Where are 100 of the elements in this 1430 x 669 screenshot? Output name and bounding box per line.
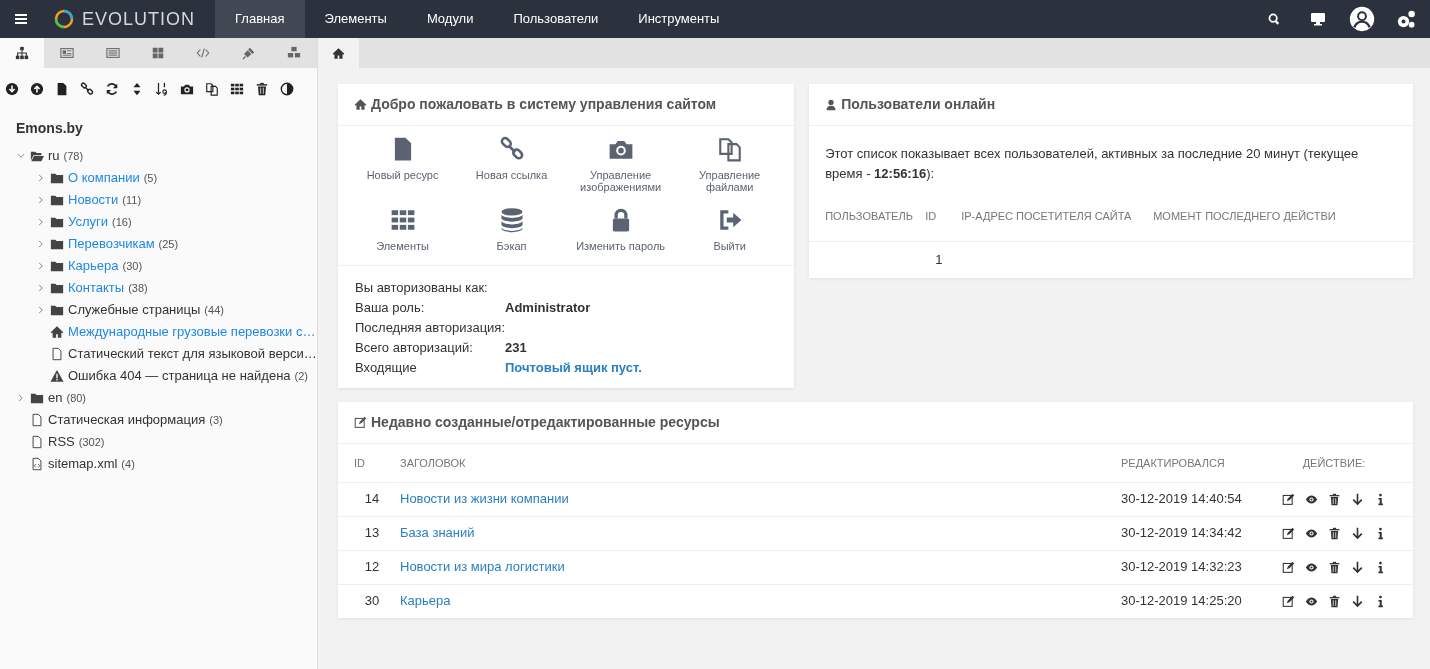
trash-icon [1327,492,1341,506]
database-icon [498,207,525,234]
resource-id: 13 [364,525,380,541]
home-icon [332,46,345,60]
folder-icon [50,171,64,185]
refresh-button[interactable] [105,82,119,96]
item-count: (30) [122,258,143,274]
list-icon [105,46,120,60]
tree-item-label[interactable]: Карьера [68,256,119,276]
resource-title-link[interactable]: Новости из жизни компании [400,491,569,507]
tree-toggle[interactable] [16,393,26,403]
tree-item-label[interactable]: en [48,388,63,408]
tree-toggle[interactable] [36,305,46,315]
edited-date: 30-12-2019 14:25:20 [1121,593,1242,609]
quick-action-link[interactable]: Элементы [376,207,429,253]
tree-item-label[interactable]: Перевозчикам [68,234,155,254]
tree-item-label[interactable]: О компании [68,168,140,188]
top-menu-item[interactable]: Инструменты [618,0,740,38]
open-folder-icon [30,149,44,163]
tree-toggle[interactable] [36,283,46,293]
delete-button[interactable] [1327,526,1341,540]
chevron-right-icon [36,239,46,249]
expand-all-button[interactable] [5,82,19,96]
edit-button[interactable] [1281,492,1295,506]
tree-item-label[interactable]: ru [48,146,60,166]
resource-title-link[interactable]: Карьера [400,593,451,609]
chevron-right-icon [16,393,26,403]
edit-icon [1281,560,1295,574]
tree-item-label[interactable]: Служебные страницы [68,300,201,320]
item-count: (4) [121,456,135,472]
contrast-button[interactable] [280,82,294,96]
quick-action-link[interactable]: Выйти [713,207,746,253]
move-button[interactable] [1350,594,1364,608]
quick-action-link[interactable]: Новая ссылка [475,136,548,182]
home-tab[interactable] [318,38,360,68]
view-button[interactable] [1304,560,1318,574]
delete-button[interactable] [1327,594,1341,608]
move-button[interactable] [1350,560,1364,574]
tree-item-label[interactable]: Международные грузовые перевозки с… [68,322,316,342]
document-icon [30,435,44,449]
link-button[interactable] [80,82,94,96]
trash-button[interactable] [255,82,269,96]
grid-button[interactable] [230,82,244,96]
quick-action-link[interactable]: Бэкап [496,207,527,253]
cubes-icon [286,46,301,60]
camera-button[interactable] [180,82,194,96]
tree-toggle[interactable] [36,239,46,249]
contrast-icon [280,82,294,96]
settings-icon [1396,9,1416,29]
tree-toggle[interactable] [36,217,46,227]
tree-item-label[interactable]: Статическая информация [48,410,206,430]
item-count: (44) [204,302,224,318]
quick-action-link[interactable]: Изменить пароль [576,207,666,253]
edit-button[interactable] [1281,526,1295,540]
tree-item-label[interactable]: sitemap.xml [48,454,118,474]
sort-number-button[interactable] [155,82,169,96]
trash-icon [1327,560,1341,574]
sidebar-tab[interactable] [0,38,46,68]
inbox-link[interactable]: Почтовый ящик пуст. [505,357,642,378]
arrow-down-icon [1350,594,1364,608]
resource-title-link[interactable]: Новости из мира логистики [400,559,565,575]
tree-item-label[interactable]: Статический текст для языковой верси… [68,344,317,364]
view-button[interactable] [1304,492,1318,506]
delete-button[interactable] [1327,492,1341,506]
top-menu-item[interactable]: Элементы [304,0,407,38]
view-button[interactable] [1304,526,1318,540]
edit-button[interactable] [1281,594,1295,608]
top-menu-item[interactable]: Модули [406,0,494,38]
quick-action-link[interactable]: Управление файлами [683,136,776,194]
eye-icon [1304,594,1318,608]
top-menu-item[interactable]: Пользователи [493,0,619,38]
collapse-all-button[interactable] [30,82,44,96]
tree-toggle[interactable] [16,151,26,161]
tree-toggle[interactable] [36,173,46,183]
edit-button[interactable] [1281,560,1295,574]
delete-button[interactable] [1327,560,1341,574]
move-button[interactable] [1350,492,1364,506]
tree-item-label[interactable]: Новости [68,190,119,210]
item-count: (80) [66,390,87,406]
brand-logo[interactable]: EVOLUTION [54,5,196,33]
folder-icon [50,193,64,207]
tree-item-label[interactable]: Ошибка 404 — страница не найдена [68,366,291,386]
top-menu-item[interactable]: Главная [215,0,305,38]
info-label: Последняя авторизация: [355,318,505,337]
move-button[interactable] [1350,526,1364,540]
tree-item-label[interactable]: Контакты [68,278,125,298]
tree-item-label[interactable]: RSS [48,432,75,452]
copy-button[interactable] [205,82,219,96]
new-document-button[interactable] [55,82,69,96]
quick-action-link[interactable]: Новый ресурс [366,136,439,182]
grid-icon [230,82,244,96]
tree-toggle[interactable] [36,195,46,205]
online-description: Этот список показывает всех пользователей, активных за последние 20 минут (текущее время - 12:56:16): [824,145,1360,183]
tree-toggle[interactable] [36,261,46,271]
code-file-icon [30,457,44,471]
resource-title-link[interactable]: База знаний [400,525,475,541]
quick-action-link[interactable]: Управление изображениями [574,136,667,194]
view-button[interactable] [1304,594,1318,608]
tree-item-label[interactable]: Услуги [68,212,108,232]
user-icon [825,98,838,111]
